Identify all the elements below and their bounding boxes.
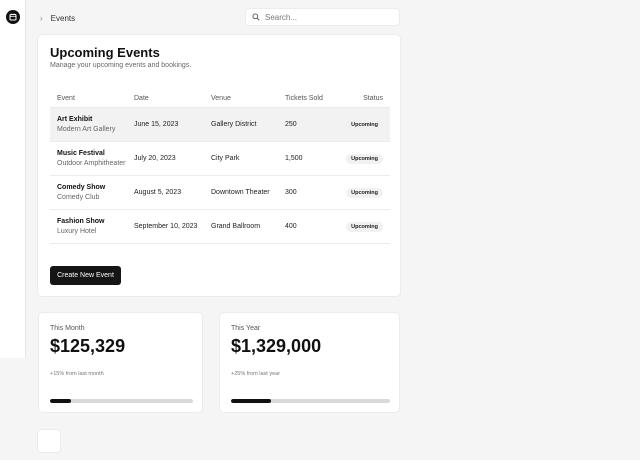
event-venue: Gallery District — [211, 121, 257, 128]
event-location: Luxury Hotel — [57, 228, 97, 235]
event-venue: City Park — [211, 155, 240, 162]
empty-card — [37, 429, 61, 453]
event-tickets: 250 — [285, 121, 297, 128]
stat-label: This Year — [231, 325, 261, 332]
stat-value: $1,329,000 — [231, 336, 322, 356]
column-header-date: Date — [134, 95, 149, 102]
column-header-tickets: Tickets Sold — [285, 95, 323, 102]
breadcrumb-current[interactable]: Events — [51, 14, 75, 23]
event-name: Fashion Show — [57, 218, 105, 225]
event-venue: Downtown Theater — [211, 189, 270, 196]
search-icon — [252, 8, 260, 26]
column-header-venue: Venue — [211, 95, 231, 102]
status-badge: Upcoming — [346, 153, 383, 164]
event-tickets: 400 — [285, 223, 297, 230]
chevron-right-icon: › — [40, 13, 43, 23]
event-date: September 10, 2023 — [134, 223, 198, 230]
table-row[interactable]: Comedy Show Comedy Club August 5, 2023 Do… — [50, 176, 390, 210]
stat-value: $125,329 — [50, 336, 126, 356]
event-location: Outdoor Amphitheater — [57, 160, 126, 167]
event-location: Comedy Club — [57, 194, 100, 201]
search-box[interactable] — [245, 8, 400, 26]
table-row[interactable]: Fashion Show Luxury Hotel September 10, 2… — [50, 210, 390, 244]
event-tickets: 300 — [285, 189, 297, 196]
event-tickets: 1,500 — [285, 155, 303, 162]
progress-fill — [50, 399, 72, 403]
event-name: Comedy Show — [57, 184, 106, 191]
progress-fill — [231, 399, 271, 403]
stat-label: This Month — [50, 325, 85, 332]
progress-bar — [50, 399, 193, 403]
event-venue: Grand Ballroom — [211, 223, 261, 230]
stat-change: +15% from last month — [50, 371, 104, 377]
table-row[interactable]: Art Exhibit Modern Art Gallery June 15, 2… — [50, 108, 390, 142]
page-title: Upcoming Events — [50, 45, 160, 60]
events-card: Upcoming Events Manage your upcoming eve… — [37, 34, 401, 297]
create-event-button[interactable]: Create New Event — [50, 266, 121, 285]
column-header-event: Event — [57, 95, 75, 102]
progress-bar — [231, 399, 390, 403]
status-badge: Upcoming — [346, 187, 383, 198]
breadcrumb: › Events — [40, 11, 75, 25]
stat-card-month: This Month $125,329 +15% from last month — [38, 312, 203, 413]
column-header-status: Status — [363, 95, 383, 102]
event-date: June 15, 2023 — [134, 121, 179, 128]
events-table: Event Date Venue Tickets Sold Status Art… — [50, 90, 390, 244]
stat-change: +25% from last year — [231, 371, 281, 377]
event-name: Music Festival — [57, 150, 105, 157]
event-name: Art Exhibit — [57, 116, 93, 123]
stat-card-year: This Year $1,329,000 +25% from last year — [219, 312, 400, 413]
event-location: Modern Art Gallery — [57, 126, 116, 133]
event-date: August 5, 2023 — [134, 189, 182, 196]
status-badge: Upcoming — [346, 221, 383, 232]
search-input[interactable] — [265, 12, 385, 22]
sidebar-rail — [0, 0, 26, 358]
page-subtitle: Manage your upcoming events and bookings… — [50, 62, 192, 69]
table-header: Event Date Venue Tickets Sold Status — [50, 90, 390, 108]
status-badge: Upcoming — [346, 119, 383, 130]
table-row[interactable]: Music Festival Outdoor Amphitheater July … — [50, 142, 390, 176]
calendar-icon[interactable] — [6, 10, 20, 24]
event-date: July 20, 2023 — [134, 155, 176, 162]
